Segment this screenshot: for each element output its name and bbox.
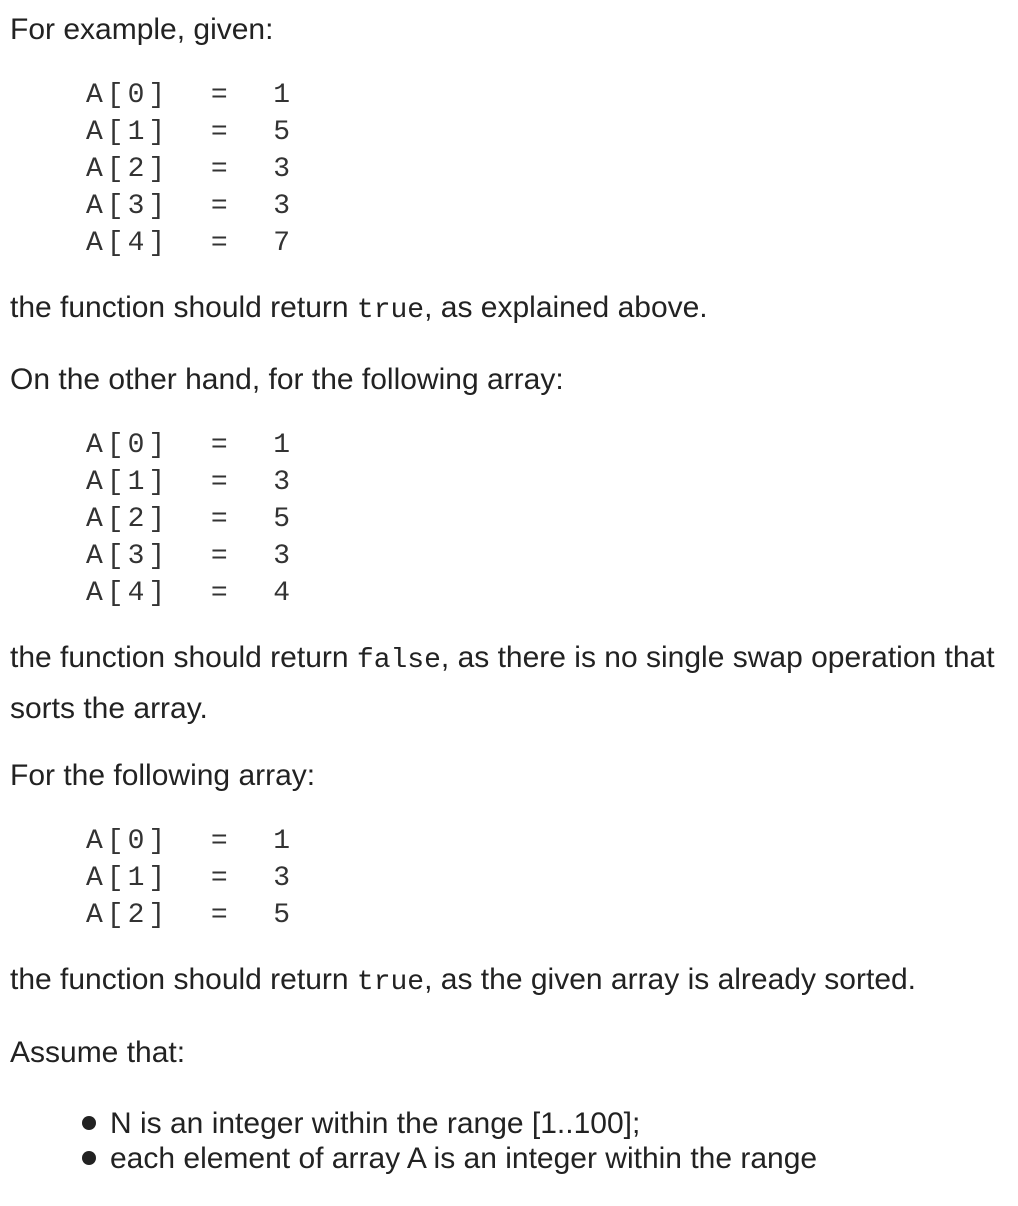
example2-code-block: A[0] = 1 A[1] = 3 A[2] = 5 A[3] = 3 A[4]… xyxy=(86,427,294,612)
result-text: , as explained above. xyxy=(424,291,708,324)
code-line: A[0] = 1 xyxy=(86,430,295,461)
code-line: A[2] = 3 xyxy=(86,154,295,185)
code-line: A[3] = 3 xyxy=(86,541,295,572)
code-line: A[2] = 5 xyxy=(86,504,295,535)
code-line: A[3] = 3 xyxy=(86,191,295,222)
result-text: the function should return xyxy=(10,963,357,996)
code-line: A[4] = 7 xyxy=(86,228,295,259)
intro-text: For example, given: xyxy=(10,13,274,46)
list-item-text: each element of array A is an integer wi… xyxy=(110,1142,818,1175)
problem-statement: For example, given: A[0] = 1 A[1] = 5 A[… xyxy=(0,0,1018,1180)
code-line: A[1] = 3 xyxy=(86,863,295,894)
list-item: N is an integer within the range [1..100… xyxy=(80,1106,817,1141)
code-line: A[2] = 5 xyxy=(86,900,295,931)
assumptions-list: N is an integer within the range [1..100… xyxy=(80,1106,817,1176)
result-text: the function should return xyxy=(10,641,357,674)
list-item: each element of array A is an integer wi… xyxy=(80,1141,817,1176)
code-line: A[1] = 3 xyxy=(86,467,295,498)
code-line: A[4] = 4 xyxy=(86,578,295,609)
example3-result: the function should return true, as the … xyxy=(10,956,1010,1007)
bullet-icon xyxy=(82,1151,96,1165)
example1-code-block: A[0] = 1 A[1] = 5 A[2] = 3 A[3] = 3 A[4]… xyxy=(86,77,294,262)
example2-intro: On the other hand, for the following arr… xyxy=(10,363,564,396)
bullet-icon xyxy=(82,1116,96,1130)
result-code: false xyxy=(356,645,441,676)
assume-heading: Assume that: xyxy=(10,1036,186,1069)
code-line: A[0] = 1 xyxy=(86,826,295,857)
result-text: , as the given array is already sorted. xyxy=(424,963,917,996)
code-line: A[0] = 1 xyxy=(86,80,295,111)
example2-result: the function should return false, as the… xyxy=(10,634,1010,733)
list-item-text: N is an integer within the range [1..100… xyxy=(110,1107,641,1140)
example3-intro: For the following array: xyxy=(10,759,316,792)
result-code: true xyxy=(356,295,425,326)
example1-result: the function should return true, as expl… xyxy=(10,284,1010,335)
result-code: true xyxy=(356,967,425,998)
result-text: the function should return xyxy=(10,291,357,324)
code-line: A[1] = 5 xyxy=(86,117,295,148)
example3-code-block: A[0] = 1 A[1] = 3 A[2] = 5 xyxy=(86,823,294,934)
